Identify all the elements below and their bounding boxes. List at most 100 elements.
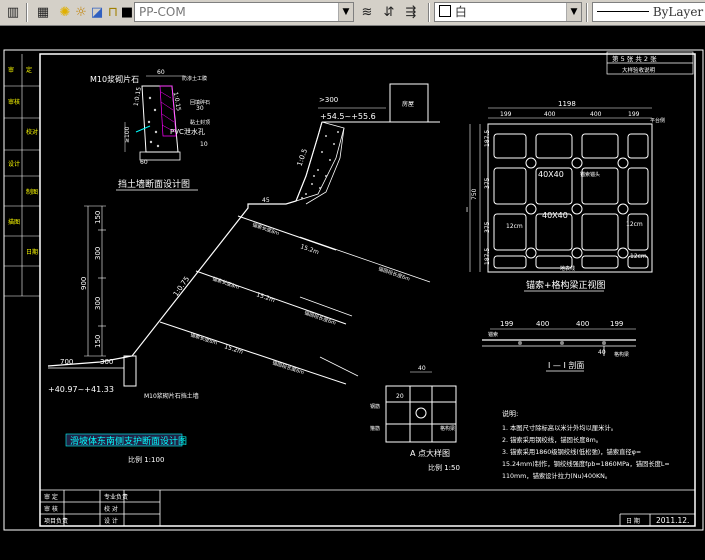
slope-hatch xyxy=(301,131,339,199)
anchor-len-3: 15.2m xyxy=(223,343,244,356)
grid-row-3: 375 xyxy=(484,221,491,233)
anchor-label-3: 锚索长度8m xyxy=(189,331,218,346)
grid-row-4: 187.5 xyxy=(484,248,491,265)
chevron-down-icon[interactable]: ▼ xyxy=(566,3,581,21)
slope-house: 房屋 xyxy=(402,100,414,108)
color-value: 白 xyxy=(454,5,467,19)
detail-rebar-2: 箍筋 xyxy=(370,425,380,432)
color-dropdown[interactable]: 白 ▼ xyxy=(434,2,582,22)
toolbar-separator xyxy=(586,3,588,22)
tb-r1c2: 专业负责 xyxy=(104,493,128,501)
retaining-wall-section xyxy=(124,75,185,161)
title-detail-a: A 点大样图 xyxy=(410,448,450,458)
free-len-3: 锚固段长度6m xyxy=(271,359,305,376)
anchor-label-2: 锚索长度8m xyxy=(211,275,240,291)
layer-name: PP-COM xyxy=(139,5,186,19)
tb-r1c1: 审 定 xyxy=(44,493,58,501)
note-4: 15.24mm)制作，钢绞线强度fpb=1860MPa，锚固长度L= xyxy=(502,459,670,468)
layer-dropdown[interactable]: PP-COM ▼ xyxy=(134,2,354,22)
grid-col-4: 199 xyxy=(628,111,640,118)
dim-300a: 300 xyxy=(94,247,102,260)
strip-text: 制图 xyxy=(26,188,38,196)
grid-anchor-head: 锚索锚头 xyxy=(580,171,600,178)
strip-text: 定 xyxy=(26,66,32,74)
slope-dim-300: >300 xyxy=(319,96,338,104)
wall-note-1: 防渗土工膜 xyxy=(182,75,207,82)
title-grid-front: 锚索+格构梁正视图 xyxy=(526,279,606,291)
strip-text: 日期 xyxy=(26,248,38,256)
dim-300c: 300 xyxy=(100,358,113,366)
make-current-layer-icon[interactable]: ≋ xyxy=(358,3,376,21)
wall-label-m10: M10浆砌片石 xyxy=(90,74,139,84)
slope-ratio-2: 1:0.75 xyxy=(172,275,191,298)
wall-note-3: 黏土封顶 xyxy=(190,119,210,126)
note-2: 2. 锚索采用钢绞线，锚固长度8m。 xyxy=(502,435,602,444)
grid-beam-front-view xyxy=(469,107,653,273)
grid-dim-12c: 12cm xyxy=(630,253,647,260)
wall-dim-ge100: ≥100 xyxy=(124,126,131,143)
sec-anchor: 锚索 xyxy=(488,331,498,338)
sec-d199b: 199 xyxy=(610,320,623,328)
strip-text: 审核 xyxy=(8,98,20,106)
layer-properties-icon[interactable]: ▦ xyxy=(34,3,52,21)
left-strip xyxy=(4,54,40,297)
detail-a-scale: 比例 1:50 xyxy=(428,463,460,472)
grid-col-3: 400 xyxy=(590,111,602,118)
grid-col-1: 199 xyxy=(500,111,512,118)
grid-beam-size-2: 40X40 xyxy=(542,211,568,220)
toolbar-separator xyxy=(428,3,430,22)
grid-ground: 地表线 xyxy=(560,265,575,272)
header-sheet-count: 第 5 张 共 2 张 xyxy=(612,54,657,63)
strip-text: 审 xyxy=(8,66,14,74)
slope-elev-top: +54.5~+55.6 xyxy=(320,112,376,121)
linetype-sample-icon xyxy=(597,11,649,12)
anchor-label-1: 锚索长度8m xyxy=(251,221,280,237)
free-len-2: 锚固段长度6m xyxy=(303,309,337,326)
linetype-dropdown[interactable]: ByLayer xyxy=(592,2,705,22)
note-5: 110mm，锚索设计拉力(Nu)400KN。 xyxy=(502,471,611,480)
wall-dim-60b: 60 xyxy=(140,159,148,166)
tb-r2c1: 审 核 xyxy=(44,505,58,513)
dim-150a: 150 xyxy=(94,211,102,224)
drawing-canvas[interactable]: 审 定 审核 校对 设计 制图 描图 日期 第 5 张 共 2 张 大样验收说明… xyxy=(0,26,705,556)
detail-rebar-1: 钢筋 xyxy=(370,403,380,410)
grid-row-1: 187.5 xyxy=(484,130,491,147)
sec-d40: 40 xyxy=(598,349,606,356)
note-3: 3. 锚索采用1860级钢绞线(低松弛)，锚索直径φ= xyxy=(502,447,641,456)
m10-base-label: M10浆砌片石挡土墙 xyxy=(144,392,199,400)
detail-d20: 20 xyxy=(396,393,404,400)
layer-previous-icon[interactable]: ⇵ xyxy=(380,3,398,21)
detail-beam: 格构梁 xyxy=(440,425,455,432)
anchor-len-2: 15.2m xyxy=(255,291,276,304)
tb-r2c2: 校 对 xyxy=(104,505,118,513)
linetype-value: ByLayer xyxy=(652,5,704,19)
strip-text: 校对 xyxy=(26,128,38,136)
sec-beam: 格构梁 xyxy=(614,351,629,358)
tb-date: 2011.12. xyxy=(656,516,689,525)
grid-beam-size-1: 40X40 xyxy=(538,170,564,179)
strip-text: 描图 xyxy=(8,218,20,226)
tb-r3c2: 设 计 xyxy=(104,517,118,525)
dim-700: 700 xyxy=(60,358,73,366)
dim-150b: 150 xyxy=(94,335,102,348)
grid-flat-side: 平台侧 xyxy=(650,117,665,124)
chevron-down-icon[interactable]: ▼ xyxy=(338,3,353,21)
notes-heading: 说明: xyxy=(502,409,518,418)
color-swatch-icon xyxy=(439,5,451,17)
tb-r3c1: 项目负责 xyxy=(44,517,68,525)
wall-dim-60a: 60 xyxy=(157,69,165,76)
grid-dim-12b: 12cm xyxy=(626,221,643,228)
main-scale: 比例 1:100 xyxy=(128,455,164,464)
toolbar-separator xyxy=(26,3,28,22)
cad-toolbar: ▥ ▦ ✺ ☼ ◪ ⊓ ■ PP-COM ▼ ≋ ⇵ ⇶ 白 ▼ ByLayer xyxy=(0,0,705,26)
tb-sheet: 日 期 xyxy=(626,517,640,525)
title-retaining-wall: 挡土墙断面设计图 xyxy=(118,178,190,190)
wall-dim-30: 30 xyxy=(196,105,204,112)
dim-300b: 300 xyxy=(94,297,102,310)
layer-tool-icon[interactable]: ▥ xyxy=(4,3,22,21)
grid-total-h: 750 xyxy=(471,188,478,200)
title-block xyxy=(40,489,695,526)
slope-dim-45: 45 xyxy=(262,197,270,204)
layer-match-icon[interactable]: ⇶ xyxy=(402,3,420,21)
detail-d40: 40 xyxy=(418,365,426,372)
